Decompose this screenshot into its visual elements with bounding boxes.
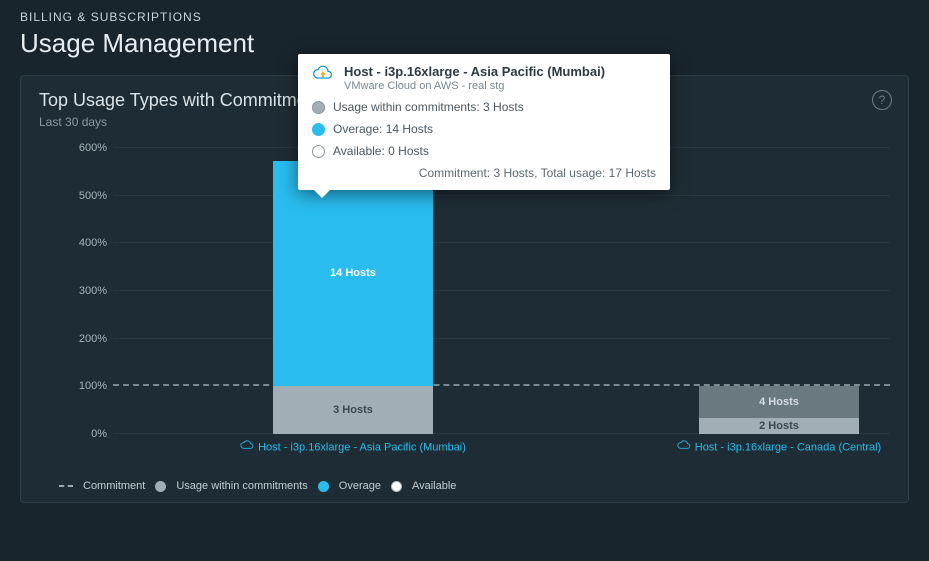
tooltip-row-within: Usage within commitments: 3 Hosts [312,100,656,114]
bar-segment-within: 2 Hosts [699,418,859,434]
ytick-400: 400% [59,237,107,249]
cloud-icon [312,64,334,92]
tooltip-within-text: Usage within commitments: 3 Hosts [333,100,524,114]
bar-label-mumbai[interactable]: Host - i3p.16xlarge - Asia Pacific (Mumb… [223,440,483,455]
bar-label-text: Host - i3p.16xlarge - Canada (Central) [695,441,881,453]
legend-within-icon [155,481,166,492]
tooltip-available-text: Available: 0 Hosts [333,144,429,158]
legend-commitment: Commitment [83,480,145,492]
bar-segment-available: 4 Hosts [699,386,859,418]
bar-mumbai[interactable]: 14 Hosts 3 Hosts Host - i3p.16xlarge - A… [273,161,433,434]
tooltip-subtitle: VMware Cloud on AWS - real stg [344,80,605,92]
bar-segment-within: 3 Hosts [273,386,433,434]
breadcrumb: BILLING & SUBSCRIPTIONS [20,10,909,24]
help-icon[interactable]: ? [872,90,892,110]
legend-overage: Overage [339,480,381,492]
bar-canada[interactable]: 4 Hosts 2 Hosts Host - i3p.16xlarge - Ca… [699,386,859,434]
gridline [113,338,890,339]
tooltip-title: Host - i3p.16xlarge - Asia Pacific (Mumb… [344,64,605,79]
legend-overage-icon [318,481,329,492]
tooltip-row-available: Available: 0 Hosts [312,144,656,158]
chart-area: 0% 100% 200% 300% 400% 500% 600% 14 Hos [59,148,890,450]
bar-label-canada[interactable]: Host - i3p.16xlarge - Canada (Central) [649,440,909,455]
dot-available-icon [312,145,325,158]
dot-within-icon [312,101,325,114]
chart-tooltip: Host - i3p.16xlarge - Asia Pacific (Mumb… [298,54,670,190]
legend-within: Usage within commitments [176,480,307,492]
gridline [113,242,890,243]
plot-area: 0% 100% 200% 300% 400% 500% 600% 14 Hos [113,148,890,434]
chart-legend: Commitment Usage within commitments Over… [59,480,456,492]
gridline [113,195,890,196]
legend-commitment-icon [59,485,73,487]
gridline [113,290,890,291]
dot-overage-icon [312,123,325,136]
legend-available-icon [391,481,402,492]
tooltip-row-overage: Overage: 14 Hosts [312,122,656,136]
legend-available: Available [412,480,456,492]
ytick-500: 500% [59,190,107,202]
ytick-0: 0% [59,428,107,440]
bar-segment-overage: 14 Hosts [273,161,433,386]
host-icon [240,440,254,455]
bar-label-text: Host - i3p.16xlarge - Asia Pacific (Mumb… [258,441,466,453]
host-icon [677,440,691,455]
ytick-600: 600% [59,142,107,154]
ytick-200: 200% [59,333,107,345]
ytick-300: 300% [59,285,107,297]
ytick-100: 100% [59,380,107,392]
tooltip-overage-text: Overage: 14 Hosts [333,122,433,136]
tooltip-footer: Commitment: 3 Hosts, Total usage: 17 Hos… [312,166,656,180]
